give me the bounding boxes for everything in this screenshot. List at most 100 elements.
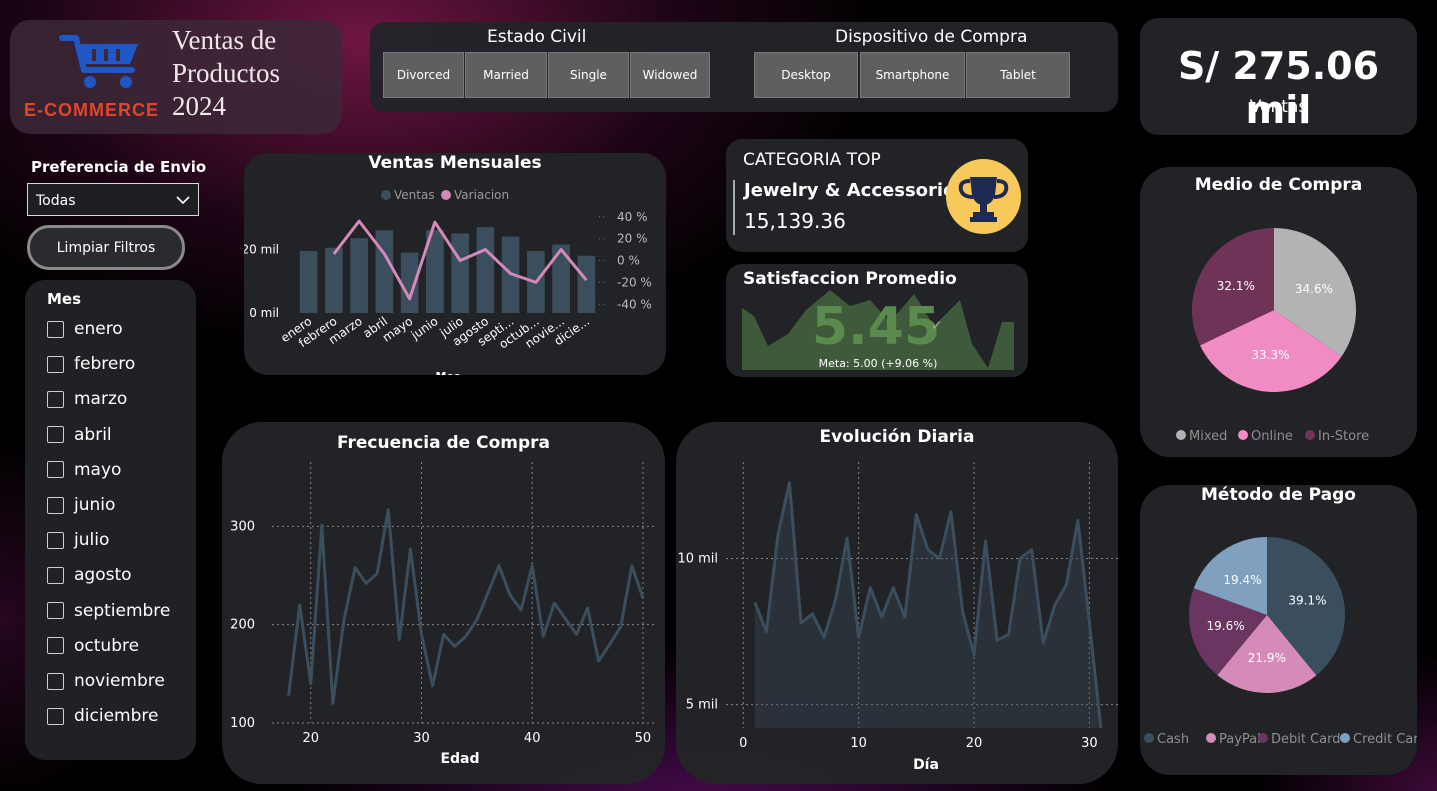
bar-agosto: [476, 227, 495, 313]
y-tick-label: 300: [230, 519, 255, 534]
right-axis-tick-label: 40 %: [617, 210, 648, 224]
page-title: Ventas de Productos 2024: [172, 24, 280, 123]
checkmark-icon: ✓: [931, 318, 943, 334]
clear-filters-button[interactable]: Limpiar Filtros: [27, 225, 185, 270]
filter-tablet-button[interactable]: Tablet: [966, 52, 1070, 98]
x-tick-label: 30: [413, 731, 430, 746]
month-item-febrero[interactable]: febrero: [47, 353, 135, 375]
legend-label: PayPal: [1219, 732, 1261, 747]
month-item-label: septiembre: [74, 600, 171, 621]
pie-value-label: 39.1%: [1288, 594, 1326, 608]
legend-marker: [1144, 733, 1154, 743]
x-tick-label: 50: [635, 731, 652, 746]
month-item-septiembre[interactable]: septiembre: [47, 600, 170, 622]
filter-single-button[interactable]: Single: [548, 52, 629, 98]
right-axis-tick-label: 20 %: [617, 232, 648, 246]
bar-febrero: [325, 247, 343, 313]
shopping-cart-icon: [59, 35, 138, 88]
checkbox[interactable]: [47, 707, 64, 725]
month-item-julio[interactable]: julio: [47, 529, 109, 551]
legend-variacion-label: Variacion: [454, 188, 509, 202]
legend-ventas-label: Ventas: [394, 188, 435, 202]
month-item-agosto[interactable]: agosto: [47, 564, 132, 586]
filter-smartphone-button[interactable]: Smartphone: [860, 52, 965, 98]
legend-label: Cash: [1157, 732, 1189, 747]
filter-divorced-button[interactable]: Divorced: [383, 52, 464, 98]
month-item-label: diciembre: [74, 706, 159, 727]
pie-value-label: 21.9%: [1248, 651, 1286, 665]
month-item-octubre[interactable]: octubre: [47, 635, 139, 657]
x-tick-label: 40: [524, 731, 541, 746]
pie-value-label: 33.3%: [1251, 348, 1289, 362]
checkbox[interactable]: [47, 320, 64, 338]
pie-value-label: 34.6%: [1295, 282, 1333, 296]
month-item-enero[interactable]: enero: [47, 318, 123, 340]
checkbox[interactable]: [47, 531, 64, 549]
bar-abril: [375, 230, 394, 313]
checkbox[interactable]: [47, 426, 64, 444]
legend-label: Online: [1251, 429, 1293, 444]
month-item-label: julio: [74, 530, 110, 551]
chevron-down-icon: [176, 196, 190, 205]
month-item-mayo[interactable]: mayo: [47, 459, 121, 481]
daily-area: [754, 482, 1101, 728]
daily-evolution-card: Evolución Diaria 5 mil 10 mil 0 10 20 30 Día: [676, 422, 1118, 784]
checkbox[interactable]: [47, 461, 64, 479]
satisfaction-value: 5.45: [812, 297, 940, 357]
right-axis-tick-label: 0 %: [617, 254, 640, 268]
envio-dropdown[interactable]: Todas: [27, 183, 199, 216]
month-item-marzo[interactable]: marzo: [47, 388, 127, 410]
month-item-label: marzo: [74, 389, 128, 410]
title-line-1: Ventas de: [172, 25, 277, 55]
daily-evolution-chart: 5 mil 10 mil 0 10 20 30 Día: [677, 462, 1118, 773]
filter-desktop-button[interactable]: Desktop: [754, 52, 858, 98]
month-slicer: Mes enero febrero marzo abril mayo junio julio…: [25, 280, 196, 760]
monthly-sales-card: Ventas Mensuales Ventas Variacion 40 % 20 %…: [244, 153, 666, 375]
pie-value-label: 19.4%: [1223, 573, 1261, 587]
checkbox[interactable]: [47, 496, 64, 514]
checkbox[interactable]: [47, 566, 64, 584]
month-item-label: mayo: [74, 459, 122, 480]
checkbox[interactable]: [47, 390, 64, 408]
legend-marker: [1206, 733, 1216, 743]
legend-label: Mixed: [1189, 429, 1227, 444]
month-item-label: febrero: [74, 354, 136, 375]
purchase-channel-card: Medio de Compra 34.6% 33.3% 32.1% Mixed Onli…: [1140, 167, 1417, 457]
legend-marker: [1305, 430, 1315, 440]
filter-widowed-button[interactable]: Widowed: [630, 52, 710, 98]
month-slicer-title: Mes: [47, 290, 82, 308]
x-tick-label: 30: [1081, 736, 1098, 751]
month-item-diciembre[interactable]: diciembre: [47, 705, 158, 727]
satisfaction-goal: Meta: 5.00 (+9.06 %): [819, 357, 938, 370]
left-axis-tick-label: 20 mil: [244, 242, 279, 256]
top-category-name: Jewelry & Accessories: [744, 180, 966, 201]
y-tick-label: 100: [230, 716, 255, 731]
logo-text: E-COMMERCE: [24, 100, 159, 120]
legend-marker: [1258, 733, 1268, 743]
month-item-label: noviembre: [74, 671, 165, 691]
trophy-badge: [946, 159, 1021, 234]
bar-dicie...: [577, 255, 596, 313]
checkbox[interactable]: [47, 602, 64, 620]
month-item-label: junio: [74, 495, 116, 515]
x-tick-label: 10: [850, 736, 867, 751]
checkbox[interactable]: [47, 672, 64, 690]
x-tick-label: junio: [408, 314, 441, 343]
month-item-noviembre[interactable]: noviembre: [47, 670, 165, 692]
satisfaction-title: Satisfaccion Promedio: [743, 269, 957, 289]
month-item-abril[interactable]: abril: [47, 424, 112, 446]
month-item-junio[interactable]: junio: [47, 494, 115, 516]
monthly-sales-chart: Ventas Variacion 40 % 20 % 0 % -20 % -40 % 0 mi…: [244, 188, 652, 375]
envio-selected: Todas: [36, 193, 76, 209]
x-tick-label: 20: [966, 736, 983, 751]
checkbox[interactable]: [47, 355, 64, 373]
right-axis-tick-label: -20 %: [617, 275, 652, 289]
checkbox[interactable]: [47, 637, 64, 655]
filter-married-button[interactable]: Married: [465, 52, 547, 98]
y-tick-label: 10 mil: [677, 551, 718, 566]
trophy-icon: [958, 177, 1009, 222]
purchase-frequency-card: Frecuencia de Compra 100 200 300 20 30 40 50 Ed…: [222, 422, 665, 784]
top-category-value: 15,139.36: [744, 209, 846, 233]
top-category-card: CATEGORIA TOP Jewelry & Accessories 15,1…: [726, 139, 1028, 252]
legend-marker: [1340, 733, 1350, 743]
